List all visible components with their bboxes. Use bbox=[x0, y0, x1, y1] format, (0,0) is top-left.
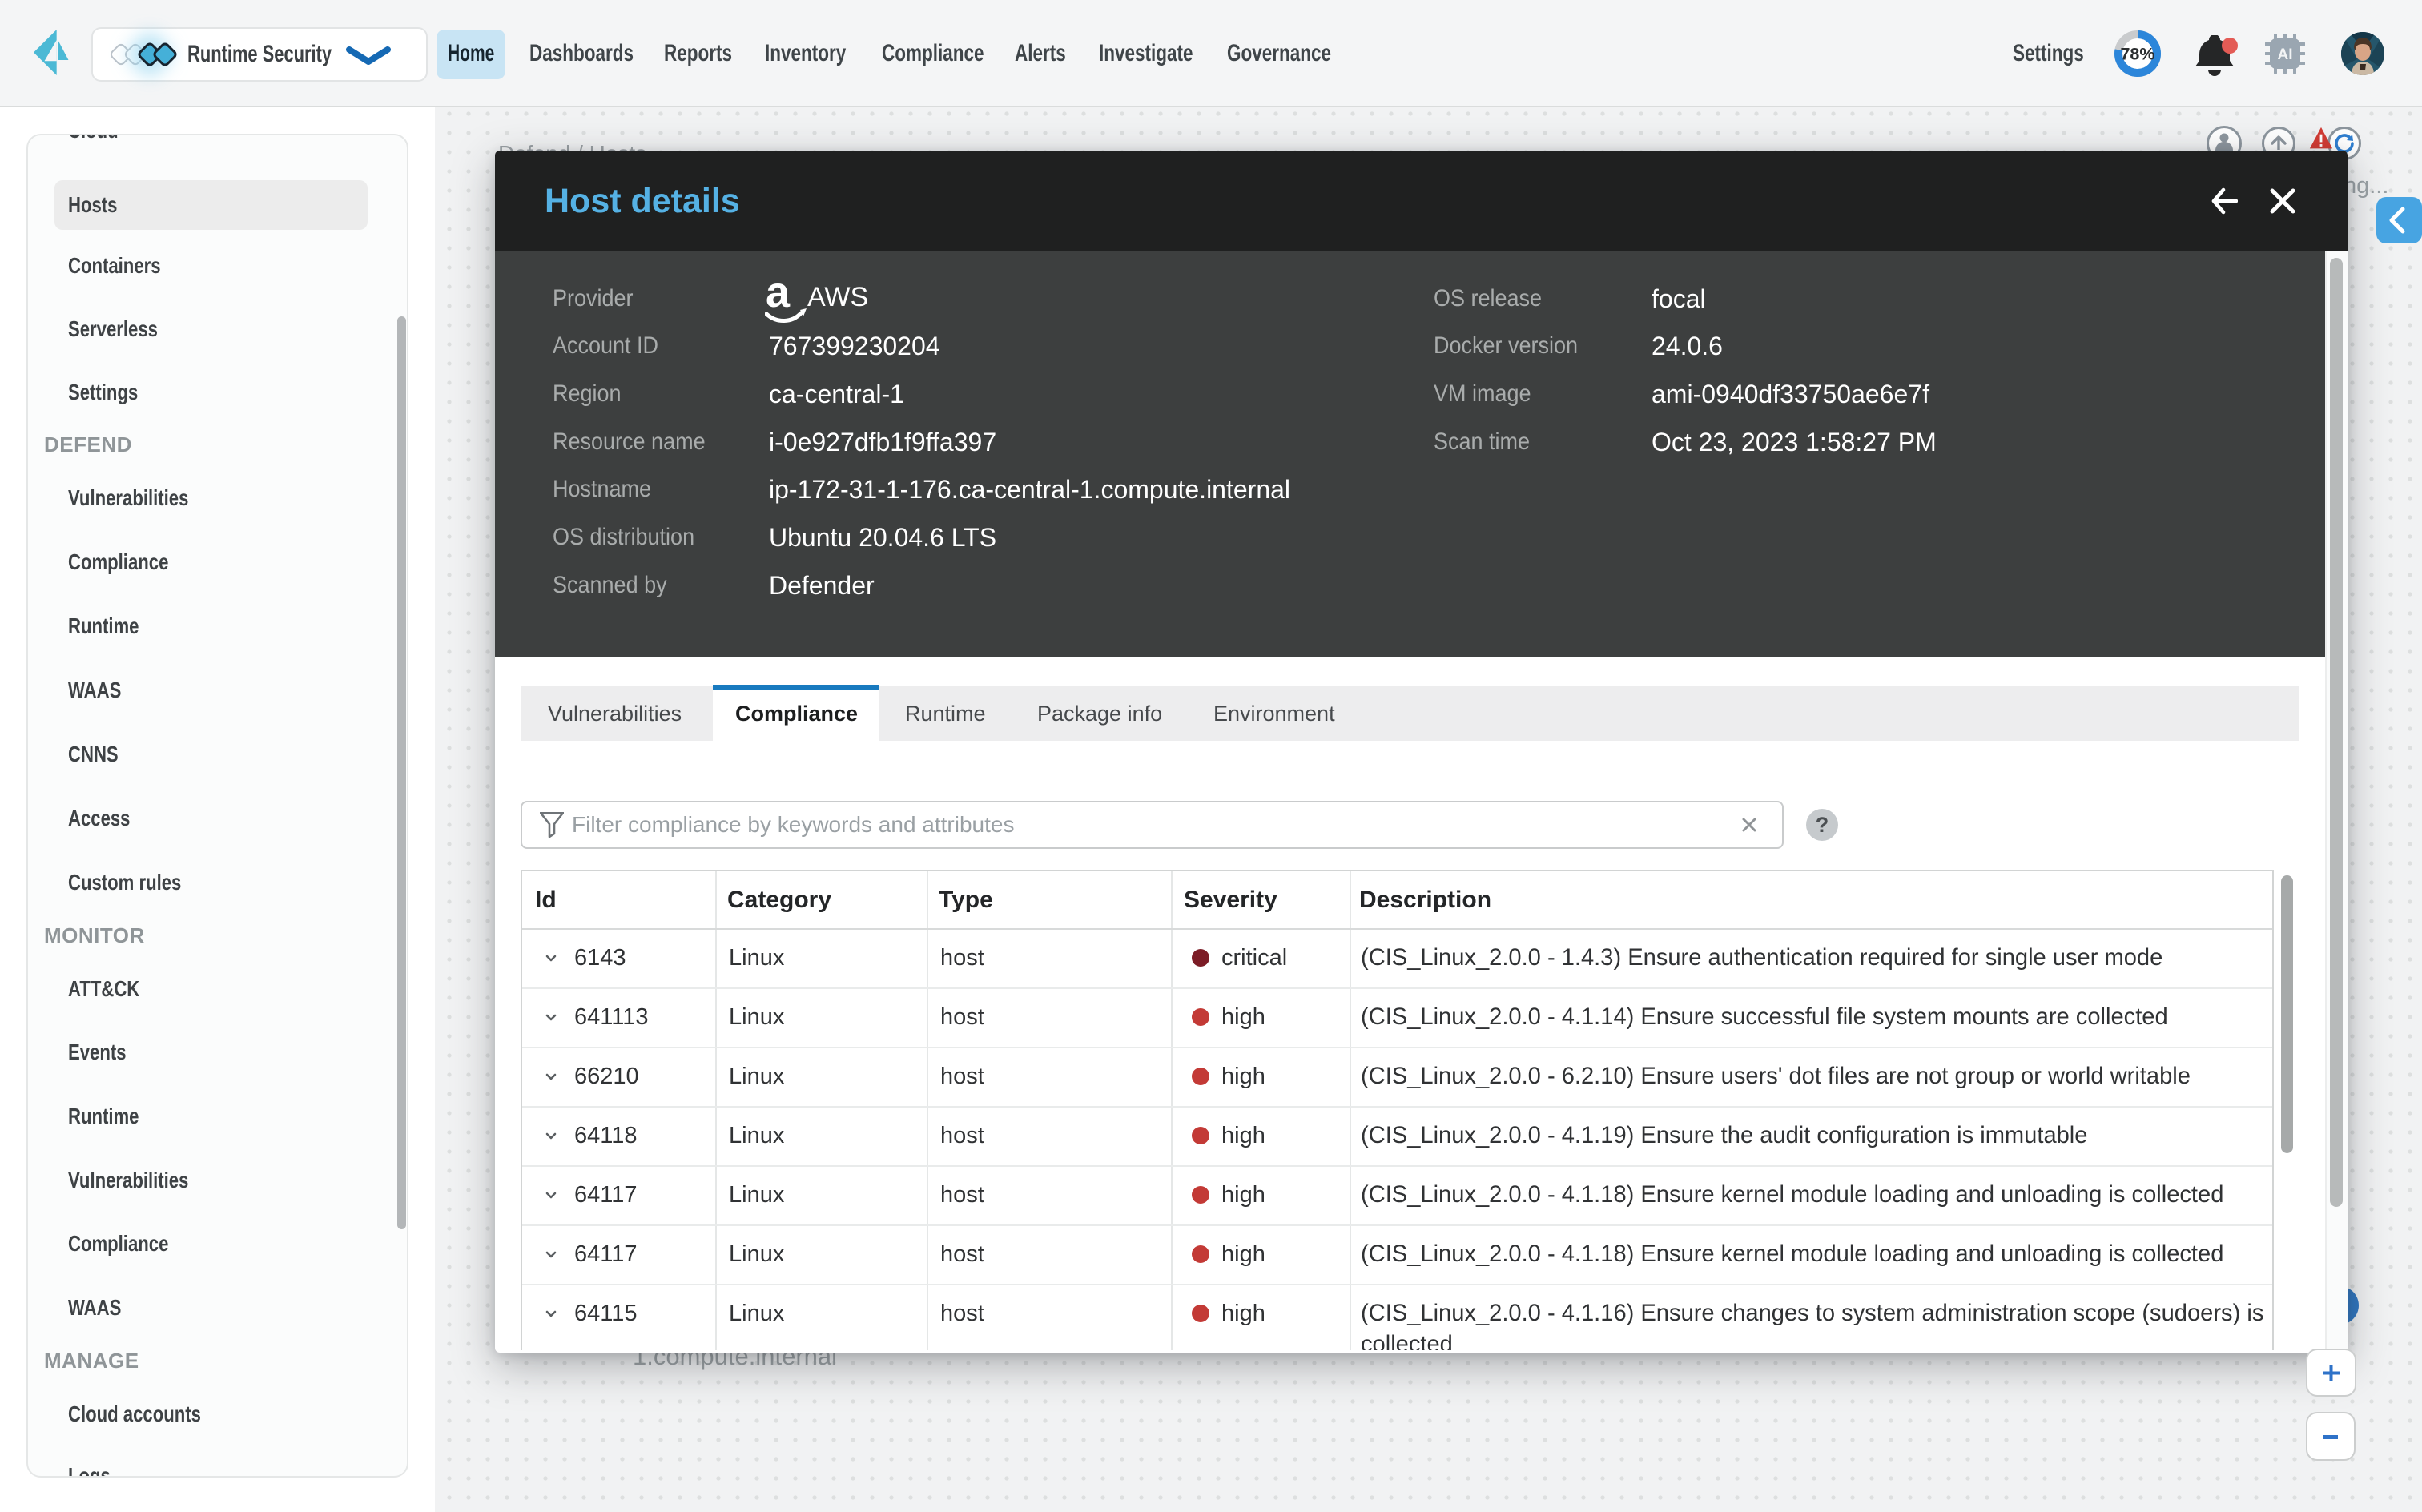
svg-text:AI: AI bbox=[2278, 46, 2293, 63]
svg-text:78%: 78% bbox=[2120, 45, 2154, 64]
